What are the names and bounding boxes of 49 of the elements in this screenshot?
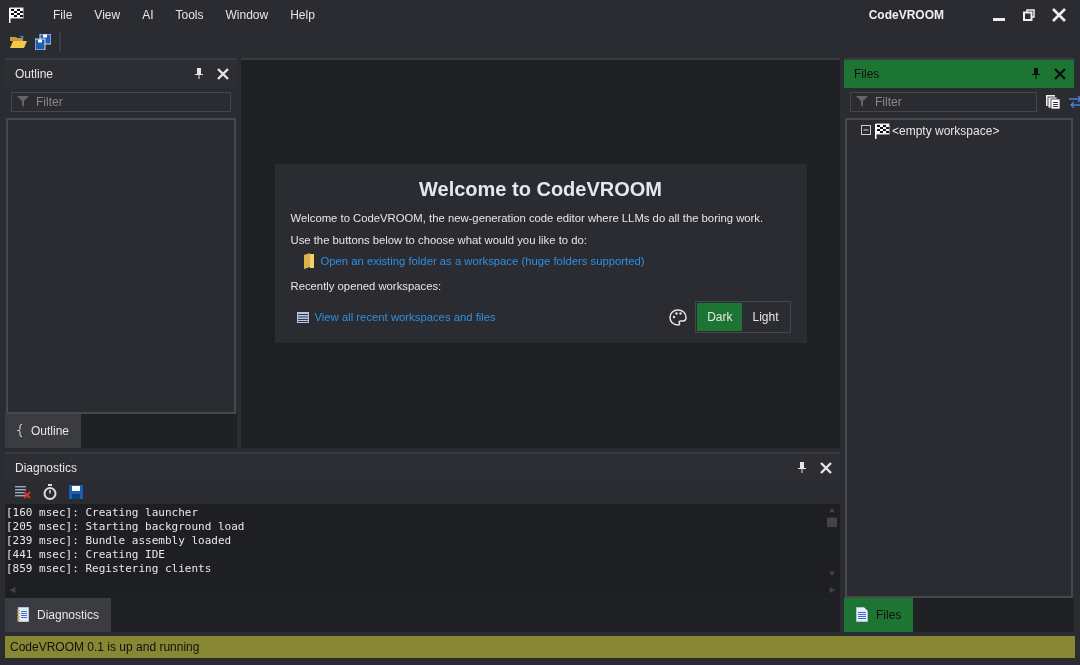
theme-option[interactable]: Dark (697, 303, 743, 332)
menu-item[interactable]: File (44, 6, 82, 25)
save-all-button[interactable] (35, 34, 51, 51)
clear-log-button[interactable] (15, 483, 31, 500)
panel-title: Outline (15, 66, 55, 81)
open-folder-button[interactable] (10, 35, 27, 50)
status-text: CodeVROOM 0.1 is up and running (10, 639, 200, 654)
theme-option[interactable]: Light (742, 303, 789, 332)
folder-icon (302, 253, 315, 270)
intro-text: Welcome to CodeVROOM, the new-generation code editor where LLMs do all the boring work. (290, 211, 765, 227)
braces-icon (17, 424, 23, 438)
sync-arrows-icon[interactable] (1069, 95, 1080, 108)
recent-label: Recently opened workspaces: (290, 279, 443, 295)
filter-icon (17, 95, 29, 107)
menu-item[interactable]: Tools (166, 6, 213, 25)
palette-icon (669, 308, 688, 326)
menu-item[interactable]: View (85, 6, 130, 25)
stopwatch-button[interactable] (43, 483, 57, 500)
welcome-heading: Welcome to CodeVROOM (418, 178, 663, 202)
save-button[interactable] (69, 483, 83, 500)
prompt-text: Use the buttons below to choose what would you like to do: (290, 233, 588, 249)
menu-item[interactable]: Help (281, 6, 324, 25)
pin-icon[interactable] (195, 68, 203, 80)
window-title: CodeVROOM (868, 8, 944, 23)
document-icon (856, 607, 868, 623)
log-line: [441 msec]: Creating IDE (6, 547, 166, 562)
log-line: [205 msec]: Starting background load (6, 519, 246, 534)
filter-icon (856, 95, 868, 107)
flag-logo-icon (8, 7, 24, 24)
menu-item[interactable]: AI (133, 6, 163, 25)
log-line: [239 msec]: Bundle assembly loaded (6, 533, 233, 548)
notebook-icon (17, 607, 29, 623)
recent-workspaces-link[interactable]: View all recent workspaces and files (314, 311, 496, 324)
filter-field[interactable]: Filter (850, 91, 1037, 112)
pin-icon[interactable] (798, 462, 806, 474)
flag-icon (874, 122, 890, 139)
diagnostics-tab[interactable]: Diagnostics (5, 597, 112, 632)
collapse-icon[interactable] (861, 125, 872, 137)
panel-title: Diagnostics (15, 460, 79, 475)
documents-icon[interactable] (1045, 93, 1061, 110)
tree-item[interactable]: <empty workspace> (892, 123, 1000, 138)
list-icon (296, 311, 309, 323)
filter-field[interactable]: Filter (11, 91, 231, 112)
open-folder-link[interactable]: Open an existing folder as a workspace (huge folders supported) (320, 255, 645, 268)
menu-item[interactable]: Window (216, 6, 278, 25)
log-line: [859 msec]: Registering clients (6, 561, 213, 576)
panel-title: Files (854, 66, 881, 81)
outline-tab[interactable]: Outline (5, 413, 82, 448)
log-line: [160 msec]: Creating launcher (6, 505, 200, 520)
